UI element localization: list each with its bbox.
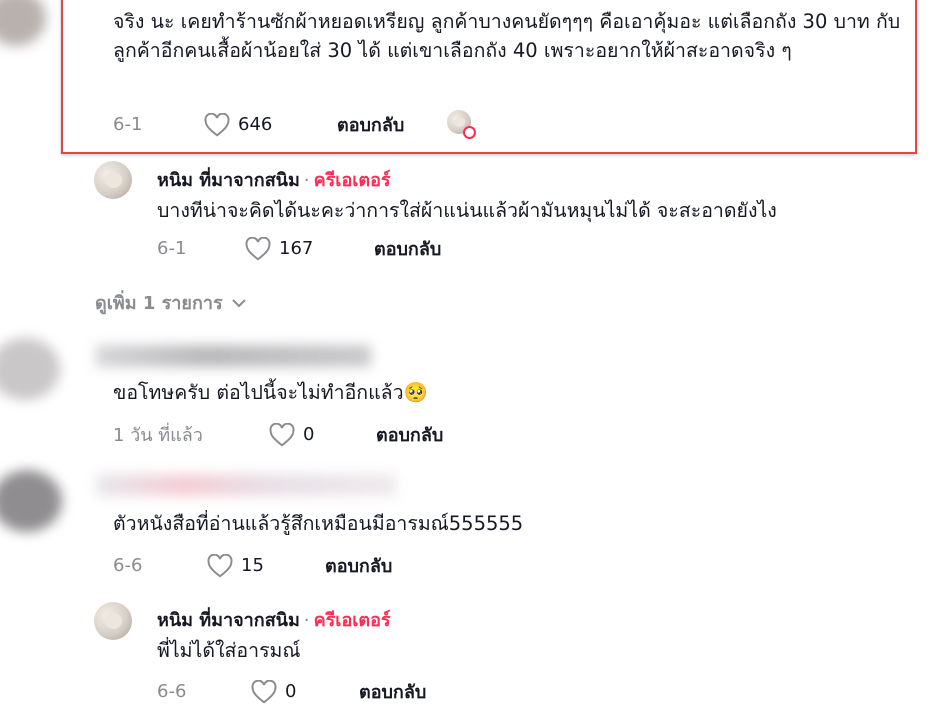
- reply-button[interactable]: ตอบกลับ: [325, 551, 392, 580]
- blurred-avatar-bottom: [0, 470, 62, 532]
- avatar[interactable]: [94, 161, 132, 199]
- comment-date: 6-1: [113, 114, 143, 135]
- comment-text: ตัวหนังสือที่อ่านแล้วรู้สึกเหมือนมีอารมณ…: [113, 512, 524, 535]
- creator-name-row: หนิม ที่มาจากสนิม · ครีเอเตอร์: [157, 605, 391, 634]
- heart-outline-icon: [207, 553, 233, 578]
- like-button[interactable]: 15: [207, 553, 325, 578]
- like-count: 0: [303, 424, 315, 445]
- comment-text: ขอโทษครับ ต่อไปนี้จะไม่ทำอีกแล้ว🥺: [113, 381, 428, 404]
- heart-outline-icon: [204, 112, 230, 137]
- like-count: 0: [285, 681, 297, 702]
- heart-outline-icon: [269, 422, 295, 447]
- like-count: 15: [241, 555, 264, 576]
- like-button[interactable]: 0: [251, 679, 359, 704]
- reply-button[interactable]: ตอบกลับ: [376, 420, 443, 449]
- like-count: 167: [279, 238, 314, 259]
- creator-badge: ครีเอเตอร์: [313, 610, 391, 631]
- comment-meta: 6-1 646 ตอบกลับ: [113, 110, 404, 139]
- reply-button[interactable]: ตอบกลับ: [337, 110, 404, 139]
- view-more-replies-button[interactable]: ดูเพิ่ม 1 รายการ: [95, 288, 247, 317]
- comment-text: จริง นะ เคยทำร้านซักผ้าหยอดเหรียญ ลูกค้า…: [113, 10, 901, 62]
- blurred-avatar-middle: [0, 338, 60, 400]
- comment-date: 6-6: [157, 681, 187, 702]
- separator-dot: ·: [303, 610, 310, 631]
- reply-button[interactable]: ตอบกลับ: [359, 677, 426, 706]
- like-button[interactable]: 646: [204, 112, 337, 137]
- heart-outline-icon: [251, 679, 277, 704]
- blurred-username-1: [96, 345, 371, 367]
- comment-date: 1 วัน ที่แล้ว: [113, 425, 203, 446]
- heart-outline-icon: [245, 236, 271, 261]
- author-name[interactable]: หนิม ที่มาจากสนิม: [157, 610, 300, 631]
- comment-date: 6-6: [113, 555, 143, 576]
- avatar[interactable]: [94, 602, 132, 640]
- reply-button[interactable]: ตอบกลับ: [374, 234, 441, 263]
- comment-text: พี่ไม่ได้ใส่อารมณ์: [157, 639, 301, 662]
- like-button[interactable]: 167: [245, 236, 374, 261]
- comment-meta: 6-6 0 ตอบกลับ: [157, 677, 426, 706]
- comment-date: 6-1: [157, 238, 187, 259]
- liked-by-creator-icon: [463, 126, 476, 139]
- blurred-username-2: [96, 474, 396, 496]
- like-count: 646: [238, 114, 273, 135]
- chevron-down-icon: [231, 298, 246, 307]
- comment-meta: 6-6 15 ตอบกลับ: [113, 551, 392, 580]
- blurred-avatar-top: [0, 0, 46, 46]
- comment-meta: 1 วัน ที่แล้ว 0 ตอบกลับ: [113, 420, 443, 449]
- view-more-label: ดูเพิ่ม 1 รายการ: [95, 293, 223, 314]
- creator-name-row: หนิม ที่มาจากสนิม · ครีเอเตอร์: [157, 165, 391, 194]
- like-button[interactable]: 0: [269, 422, 376, 447]
- creator-badge: ครีเอเตอร์: [313, 170, 391, 191]
- comment-meta: 6-1 167 ตอบกลับ: [157, 234, 441, 263]
- author-name[interactable]: หนิม ที่มาจากสนิม: [157, 170, 300, 191]
- comment-text: บางทีน่าจะคิดได้นะคะว่าการใส่ผ้าแน่นแล้ว…: [157, 199, 777, 222]
- separator-dot: ·: [303, 170, 310, 191]
